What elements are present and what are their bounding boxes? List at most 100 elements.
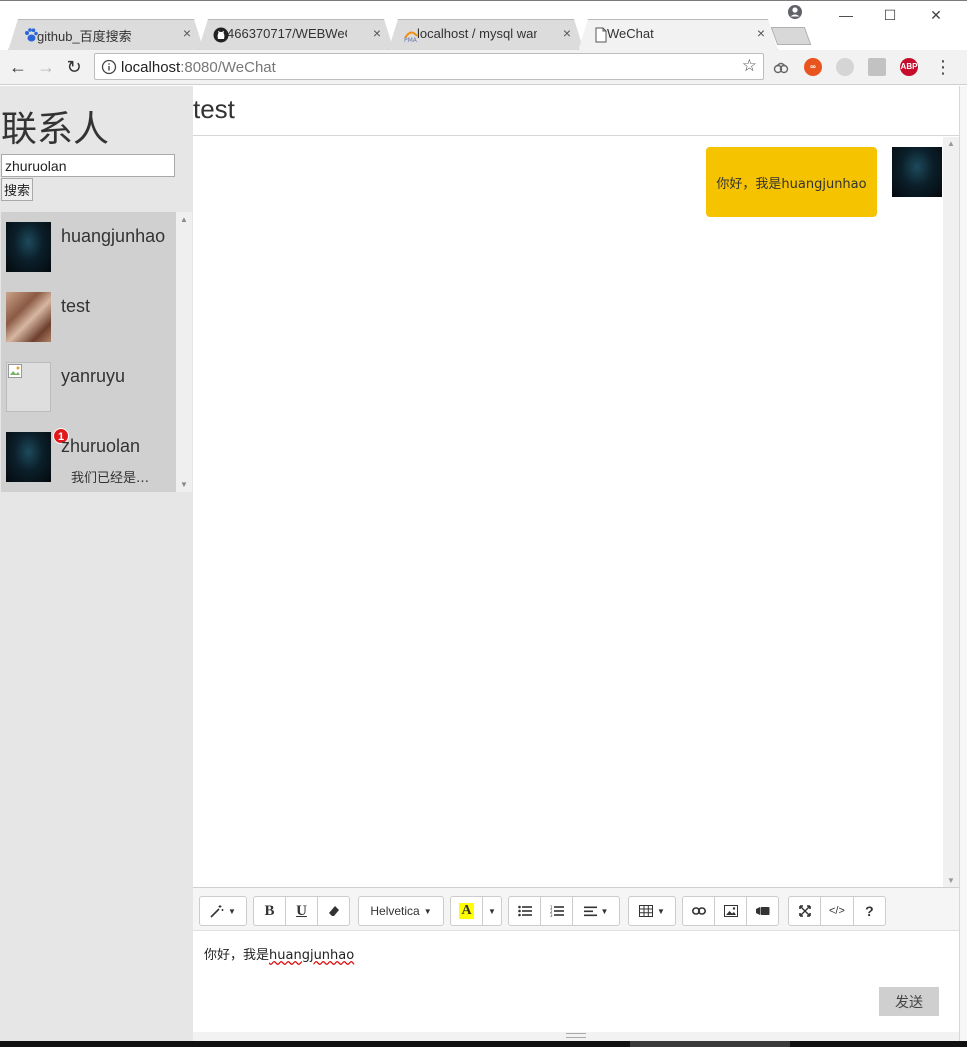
avatar: [6, 292, 51, 342]
url-text: localhost:8080/WeChat: [121, 59, 276, 76]
font-name-dropdown[interactable]: Helvetica ▼: [358, 896, 444, 926]
page-scrollbar[interactable]: [959, 86, 967, 1041]
caret-down-icon: ▼: [488, 906, 496, 916]
scroll-down-arrow-icon[interactable]: ▼: [176, 480, 192, 489]
font-name-group: Helvetica ▼: [358, 896, 444, 926]
style-dropdown-button[interactable]: ▼: [199, 896, 247, 926]
forward-button[interactable]: →: [34, 55, 58, 79]
picture-icon: [723, 905, 738, 917]
contact-item-zhuruolan[interactable]: 1 zhuruolan 我们已经是…: [1, 422, 176, 492]
tab-close-icon[interactable]: ×: [373, 25, 381, 41]
browser-menu-icon[interactable]: ⋮: [934, 56, 952, 78]
adblock-plus-icon[interactable]: ABP: [900, 58, 918, 76]
message-input[interactable]: 你好，我是huangjunhao 发送: [193, 931, 959, 1033]
font-color-dropdown[interactable]: ▼: [482, 896, 502, 926]
contact-item-test[interactable]: test: [1, 282, 176, 352]
reload-button[interactable]: ↻: [62, 55, 86, 79]
search-button[interactable]: 搜索: [1, 178, 33, 201]
avatar: [6, 222, 51, 272]
contact-search-input[interactable]: [1, 154, 175, 177]
misspelled-word: huangjunhao: [269, 948, 355, 963]
profile-icon[interactable]: [787, 4, 803, 20]
caret-down-icon: ▼: [228, 906, 236, 916]
unordered-list-button[interactable]: [508, 896, 541, 926]
tab-close-icon[interactable]: ×: [183, 25, 191, 41]
contact-list-scrollbar[interactable]: ▲ ▼: [176, 212, 192, 492]
help-button[interactable]: ?: [852, 896, 886, 926]
cloud-shape: [773, 62, 789, 74]
scroll-down-arrow-icon[interactable]: ▼: [943, 876, 959, 885]
tab-close-icon[interactable]: ×: [757, 25, 765, 41]
table-dropdown-button[interactable]: ▼: [628, 896, 676, 926]
editor-resize-handle[interactable]: [193, 1032, 959, 1041]
contact-list[interactable]: huangjunhao test yanruyu 1 zhuruolan 我们已…: [1, 212, 192, 492]
tab-wechat[interactable]: WeChat ×: [578, 19, 778, 51]
send-button[interactable]: 发送: [879, 987, 939, 1016]
insert-group: [682, 896, 779, 926]
leaf-extension-icon[interactable]: [836, 58, 854, 76]
contact-item-yanruyu[interactable]: yanruyu: [1, 352, 176, 422]
tab-phpmyadmin[interactable]: PMA localhost / mysql wam ×: [388, 19, 584, 51]
message-editor: ▼ B U Helvetica ▼ A ▼ 1 2 3 ▼ ▼ </> ? 你好…: [193, 887, 959, 1033]
table-icon: [639, 905, 654, 917]
message-area[interactable]: 你好，我是huangjunhao: [193, 137, 943, 887]
cloud-extension-icon[interactable]: [772, 58, 790, 76]
contact-name: zhuruolan: [61, 436, 141, 456]
video-icon: [755, 907, 769, 915]
contacts-sidebar: 联系人 搜索 huangjunhao test yanru: [0, 86, 193, 1041]
bookmark-star-icon[interactable]: ☆: [742, 56, 757, 76]
tab-baidu[interactable]: github_百度搜索 ×: [8, 19, 204, 51]
message-area-scrollbar[interactable]: ▲ ▼: [943, 137, 959, 887]
color-group: A ▼: [450, 896, 502, 926]
scroll-up-arrow-icon[interactable]: ▲: [943, 139, 959, 148]
paragraph-group: 123 ▼: [508, 896, 620, 926]
info-icon[interactable]: [101, 59, 117, 75]
browser-toolbar: ← → ↻ localhost:8080/WeChat ☆ ∞ ABP ⋮: [0, 50, 967, 85]
caret-down-icon: ▼: [657, 906, 665, 916]
clear-format-button[interactable]: [317, 896, 350, 926]
contact-item-huangjunhao[interactable]: huangjunhao: [1, 212, 176, 282]
page-icon: [593, 27, 609, 43]
insert-video-button[interactable]: [746, 896, 779, 926]
back-button[interactable]: ←: [6, 55, 30, 79]
browser-titlebar: — ☐ ✕ github_百度搜索 × 466370717/WEBWeCh × …: [0, 0, 967, 50]
font-name-label: Helvetica: [370, 904, 420, 918]
insert-picture-button[interactable]: [714, 896, 747, 926]
insert-link-button[interactable]: [682, 896, 715, 926]
align-dropdown-button[interactable]: ▼: [572, 896, 620, 926]
address-bar[interactable]: localhost:8080/WeChat ☆: [94, 53, 764, 80]
tab-close-icon[interactable]: ×: [563, 25, 571, 41]
code-view-button[interactable]: </>: [820, 896, 854, 926]
webchat-page: 联系人 搜索 huangjunhao test yanru: [0, 86, 967, 1041]
ordered-list-button[interactable]: 123: [540, 896, 573, 926]
editor-toolbar: ▼ B U Helvetica ▼ A ▼ 1 2 3 ▼ ▼ </> ?: [193, 888, 959, 931]
magic-wand-icon: [210, 905, 224, 918]
tab-title: localhost / mysql wam: [417, 26, 537, 41]
document-extension-icon[interactable]: [868, 58, 886, 76]
phpmyadmin-icon: PMA: [403, 27, 419, 43]
message-input-prefix: 你好，我是: [204, 948, 270, 963]
view-group: </> ?: [788, 896, 886, 926]
fullscreen-button[interactable]: [788, 896, 821, 926]
bold-button[interactable]: B: [253, 896, 286, 926]
font-color-button[interactable]: A: [450, 896, 483, 926]
svg-text:PMA: PMA: [404, 37, 418, 43]
unordered-list-icon: [517, 905, 532, 917]
new-tab-button[interactable]: [770, 27, 812, 45]
chat-title: test: [193, 94, 235, 124]
avatar: [6, 432, 51, 482]
underline-button[interactable]: U: [285, 896, 318, 926]
caret-down-icon: ▼: [600, 906, 609, 916]
ordered-list-icon: 123: [550, 905, 564, 917]
url-path: :8080/WeChat: [180, 59, 276, 76]
tab-github[interactable]: 466370717/WEBWeCh ×: [198, 19, 394, 51]
fullscreen-icon: [798, 905, 811, 917]
infinity-extension-icon[interactable]: ∞: [804, 58, 822, 76]
contact-name: yanruyu: [61, 366, 126, 386]
taskbar: [0, 1041, 967, 1047]
scroll-up-arrow-icon[interactable]: ▲: [176, 215, 192, 224]
taskbar-active-item[interactable]: [630, 1041, 790, 1047]
sidebar-title: 联系人: [1, 109, 110, 150]
message-input-text[interactable]: 你好，我是huangjunhao: [204, 944, 354, 963]
contact-name: test: [61, 296, 91, 316]
